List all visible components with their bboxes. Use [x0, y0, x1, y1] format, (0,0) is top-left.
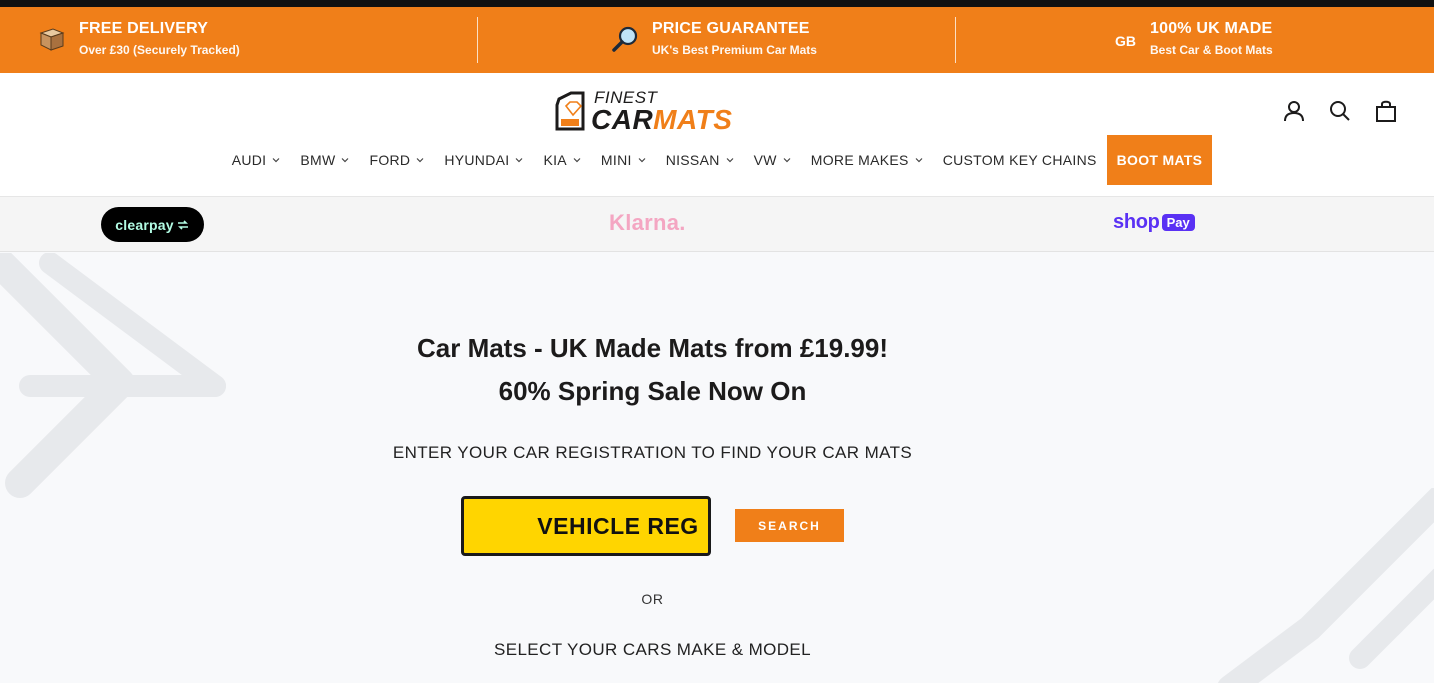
magnifier-icon: [611, 25, 639, 53]
search-button[interactable]: SEARCH: [735, 509, 844, 542]
nav-item-vw[interactable]: VW: [744, 135, 801, 185]
promo-subtitle: UK's Best Premium Car Mats: [652, 43, 817, 57]
payment-options-bar: clearpay Klarna. shop Pay: [0, 197, 1434, 252]
nav-item-mini[interactable]: MINI: [591, 135, 656, 185]
promo-subtitle: Over £30 (Securely Tracked): [79, 43, 240, 57]
promo-price-guarantee: PRICE GUARANTEE UK's Best Premium Car Ma…: [478, 7, 956, 73]
clearpay-logo: clearpay: [101, 207, 204, 242]
nav-item-nissan[interactable]: NISSAN: [656, 135, 744, 185]
search-icon[interactable]: [1328, 99, 1352, 123]
top-border: [0, 0, 1434, 7]
promo-bar: FREE DELIVERY Over £30 (Securely Tracked…: [0, 7, 1434, 73]
promo-title: PRICE GUARANTEE: [652, 20, 810, 37]
logo-wordmark: CARMATS: [591, 104, 733, 135]
box-icon: [38, 26, 66, 52]
nav-item-hyundai[interactable]: HYUNDAI: [434, 135, 533, 185]
nav-item-audi[interactable]: AUDI: [222, 135, 291, 185]
header-actions: [1282, 99, 1398, 123]
chevron-down-icon: [516, 158, 523, 163]
nav-item-ford[interactable]: FORD: [359, 135, 434, 185]
nav-item-more-makes[interactable]: MORE MAKES: [801, 135, 933, 185]
promo-free-delivery: FREE DELIVERY Over £30 (Securely Tracked…: [0, 7, 478, 73]
chevron-down-icon: [416, 158, 424, 163]
site-logo[interactable]: FINEST CARMATS: [555, 87, 755, 137]
account-icon[interactable]: [1282, 99, 1306, 123]
logo-mat-icon: [555, 91, 585, 131]
reg-prompt: ENTER YOUR CAR REGISTRATION TO FIND YOUR…: [392, 443, 913, 462]
clearpay-arrows-icon: [177, 219, 188, 230]
nav-item-kia[interactable]: KIA: [533, 135, 590, 185]
reg-plate-field: [461, 496, 772, 556]
chevron-down-icon: [783, 158, 791, 163]
chevron-down-icon: [726, 158, 734, 163]
promo-subtitle: Best Car & Boot Mats: [1150, 43, 1273, 57]
shop-pay-logo: shop Pay: [1113, 211, 1195, 234]
cart-icon[interactable]: [1374, 99, 1398, 123]
chevron-down-icon: [638, 158, 646, 163]
hero-headline-line-1: Car Mats - UK Made Mats from £19.99!: [416, 333, 889, 363]
chevron-down-icon: [573, 158, 581, 163]
promo-uk-made: GB 100% UK MADE Best Car & Boot Mats: [956, 7, 1434, 73]
chevron-down-icon: [915, 158, 923, 163]
chevron-down-icon: [272, 158, 280, 163]
klarna-logo: Klarna.: [609, 210, 686, 235]
nav-item-custom-key-chains[interactable]: CUSTOM KEY CHAINS: [933, 135, 1107, 185]
promo-title: FREE DELIVERY: [79, 20, 209, 37]
nav-item-bmw[interactable]: BMW: [290, 135, 359, 185]
promo-title: 100% UK MADE: [1150, 20, 1273, 37]
gb-icon: GB: [1115, 33, 1136, 49]
main-nav: AUDI BMW FORD HYUNDAI KIA MINI NISSAN VW…: [0, 135, 1434, 185]
hero-headline-line-2: 60% Spring Sale Now On: [498, 376, 807, 406]
hero-section: Car Mats - UK Made Mats from £19.99! 60%…: [0, 253, 1434, 683]
hero-headline: Car Mats - UK Made Mats from £19.99! 60%…: [0, 327, 1305, 413]
site-header: FINEST CARMATS AUDI BMW FORD HYUNDAI KIA…: [0, 73, 1434, 197]
or-divider: OR: [641, 591, 664, 607]
vehicle-reg-input[interactable]: [464, 499, 772, 553]
select-make-model-label: SELECT YOUR CARS MAKE & MODEL: [493, 640, 812, 659]
chevron-down-icon: [342, 158, 349, 163]
nav-item-boot-mats[interactable]: BOOT MATS: [1106, 135, 1213, 185]
